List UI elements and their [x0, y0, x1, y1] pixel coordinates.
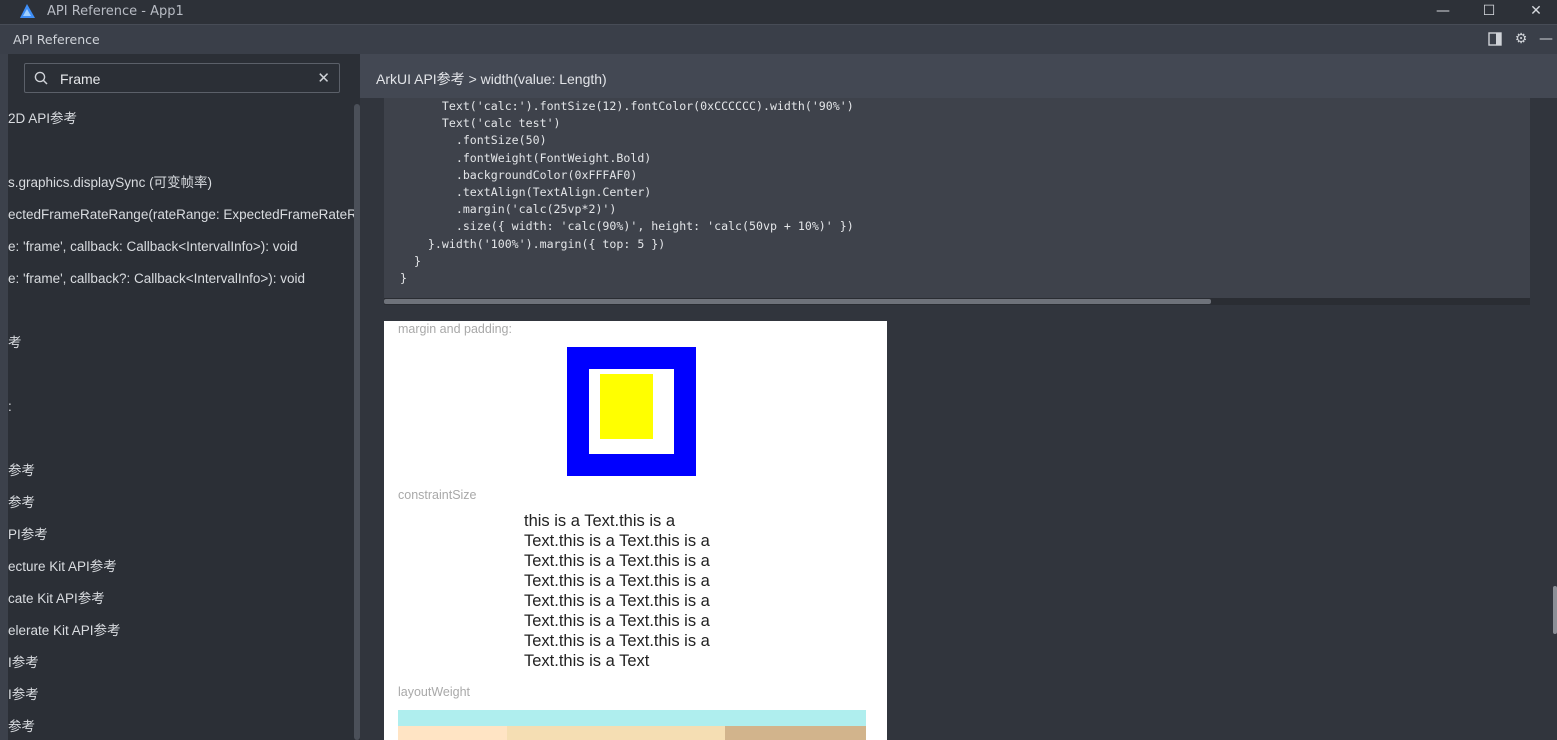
- sidebar-item[interactable]: elerate Kit API参考: [8, 619, 358, 643]
- layout-weight-cell: [725, 726, 866, 740]
- code-block: Text('calc:').fontSize(12).fontColor(0xC…: [384, 98, 1530, 298]
- panel-header: API Reference ⚙ —: [0, 24, 1557, 54]
- sidebar-item[interactable]: :: [8, 395, 358, 419]
- layout-weight-cell: [507, 726, 725, 740]
- sidebar-item[interactable]: 参考: [8, 491, 358, 515]
- sidebar-item[interactable]: 参考: [8, 459, 358, 483]
- close-window-button[interactable]: ✕: [1516, 0, 1556, 24]
- maximize-window-button[interactable]: ☐: [1469, 0, 1509, 24]
- sidebar-item[interactable]: ectedFrameRateRange(rateRange: ExpectedF…: [8, 203, 358, 227]
- app-logo-icon: [20, 4, 35, 18]
- sidebar-item[interactable]: s.graphics.displaySync (可变帧率): [8, 171, 358, 195]
- minimize-window-button[interactable]: —: [1423, 0, 1463, 24]
- sidebar-item[interactable]: cate Kit API参考: [8, 587, 358, 611]
- activity-strip: [0, 54, 8, 740]
- breadcrumb: ArkUI API参考 > width(value: Length): [360, 54, 1557, 98]
- clear-search-icon[interactable]: ✕: [317, 68, 330, 88]
- sidebar-item[interactable]: I参考: [8, 683, 358, 707]
- sidebar: ✕ 2D API参考 s.graphics.displaySync (可变帧率)…: [8, 54, 360, 740]
- split-panel-icon[interactable]: [1485, 29, 1505, 49]
- sidebar-item[interactable]: 考: [8, 331, 358, 355]
- sidebar-item[interactable]: ecture Kit API参考: [8, 555, 358, 579]
- panel-title: API Reference: [13, 32, 100, 47]
- sidebar-item[interactable]: 参考: [8, 715, 358, 739]
- margin-padding-label: margin and padding:: [398, 322, 512, 336]
- preview-panel: margin and padding: constraintSize this …: [384, 321, 887, 740]
- search-icon: [34, 71, 48, 85]
- code-scrollbar-thumb[interactable]: [384, 299, 1211, 304]
- sidebar-item[interactable]: e: 'frame', callback: Callback<IntervalI…: [8, 235, 358, 259]
- sidebar-item[interactable]: 2D API参考: [8, 107, 358, 131]
- layout-weight-cell: [398, 726, 507, 740]
- window-title: API Reference - App1: [47, 4, 184, 19]
- sidebar-item[interactable]: PI参考: [8, 523, 358, 547]
- padding-content-box: [600, 374, 653, 439]
- content-area: ArkUI API参考 > width(value: Length) Text(…: [360, 54, 1557, 740]
- constraint-size-text: this is a Text.this is a Text.this is a …: [524, 512, 710, 670]
- search-box[interactable]: ✕: [24, 63, 340, 93]
- margin-inner-box: [589, 369, 674, 454]
- content-scrollbar[interactable]: [1553, 586, 1557, 634]
- constraint-size-label: constraintSize: [398, 488, 477, 502]
- search-input[interactable]: [58, 68, 312, 90]
- sidebar-item[interactable]: I参考: [8, 651, 358, 675]
- minimize-panel-icon[interactable]: —: [1536, 29, 1556, 49]
- gear-icon[interactable]: ⚙: [1511, 29, 1531, 49]
- layout-weight-label: layoutWeight: [398, 685, 471, 699]
- sidebar-item[interactable]: e: 'frame', callback?: Callback<Interval…: [8, 267, 358, 291]
- window-titlebar: API Reference - App1 — ☐ ✕: [0, 0, 1557, 24]
- layout-weight-bar: [398, 710, 866, 726]
- code-text: Text('calc:').fontSize(12).fontColor(0xC…: [400, 99, 854, 286]
- margin-outer-box: [567, 347, 696, 476]
